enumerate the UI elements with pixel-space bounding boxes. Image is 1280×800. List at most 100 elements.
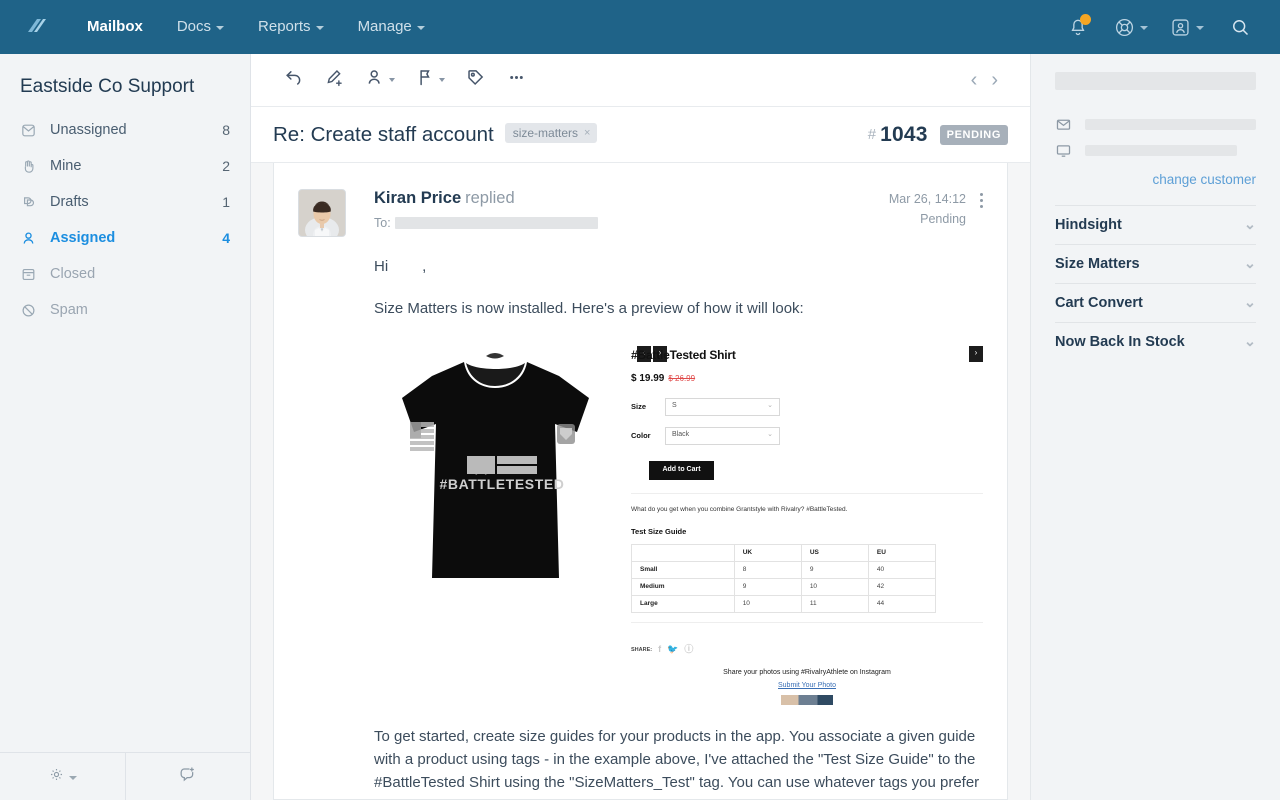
chevron-down-icon: ⌄ bbox=[767, 431, 773, 439]
search-icon[interactable] bbox=[1226, 13, 1254, 41]
new-conversation-button[interactable] bbox=[124, 753, 251, 800]
sidebar-item-closed[interactable]: Closed bbox=[0, 256, 250, 292]
eu-col-header: EU bbox=[867, 544, 937, 563]
redacted-email bbox=[1085, 119, 1256, 130]
chevron-down-icon bbox=[315, 26, 324, 30]
sidebar-item-unassigned[interactable]: Unassigned 8 bbox=[0, 112, 250, 148]
customer-sidebar: change customer Hindsight ⌄ Size Matters… bbox=[1031, 54, 1280, 800]
message-status: Pending bbox=[920, 212, 966, 226]
tag-button[interactable] bbox=[455, 61, 496, 99]
folder-count: 4 bbox=[222, 230, 230, 246]
sidebar-section-size-matters[interactable]: Size Matters ⌄ bbox=[1055, 244, 1256, 283]
size-select[interactable]: S ⌄ bbox=[665, 397, 780, 416]
folder-count: 8 bbox=[222, 122, 230, 138]
chevron-down-icon bbox=[389, 78, 395, 82]
instagram-text: Share your photos using #RivalryAthlete … bbox=[723, 669, 891, 677]
price-original: $ 26.99 bbox=[668, 374, 696, 384]
pinterest-icon[interactable]: ⓘ bbox=[684, 643, 693, 657]
assign-button[interactable] bbox=[355, 61, 405, 99]
message-date: Mar 26, 14:12 bbox=[888, 192, 966, 206]
status-button[interactable] bbox=[405, 61, 455, 99]
size-col-header bbox=[631, 544, 735, 563]
chevron-down-icon: ⌄ bbox=[1243, 295, 1256, 311]
preview-expand-button[interactable]: › bbox=[969, 345, 983, 362]
message-time: Mar 26, 14:12 Pending bbox=[889, 189, 966, 229]
pencil-plus-icon bbox=[324, 67, 345, 93]
folder-count: 2 bbox=[222, 158, 230, 174]
intro-paragraph: Size Matters is now installed. Here's a … bbox=[374, 300, 804, 318]
drafts-icon bbox=[20, 194, 42, 211]
nav-item-label: Docs bbox=[176, 18, 212, 35]
divider bbox=[631, 492, 983, 494]
tag-icon bbox=[465, 67, 486, 93]
notification-badge bbox=[1080, 14, 1091, 25]
message-card: Kiran Price replied To: Mar 26, 14:12 Pen… bbox=[273, 163, 1008, 800]
chevron-down-icon bbox=[1140, 26, 1148, 30]
change-customer-link[interactable]: change customer bbox=[1152, 172, 1256, 187]
section-label: Now Back In Stock bbox=[1055, 334, 1185, 350]
table-row: Large 10 11 44 bbox=[631, 595, 937, 614]
message-meta: Kiran Price replied To: bbox=[346, 189, 873, 237]
nav-item-manage[interactable]: Manage bbox=[341, 0, 442, 54]
size-name: Large bbox=[631, 595, 735, 614]
next-conversation-button[interactable]: › bbox=[991, 70, 998, 90]
product-option-size: Size S ⌄ bbox=[631, 397, 983, 416]
ellipsis-icon bbox=[506, 67, 527, 93]
twitter-icon[interactable]: 🐦 bbox=[667, 643, 678, 657]
account-avatar-icon[interactable] bbox=[1170, 17, 1204, 38]
facebook-icon[interactable]: f bbox=[658, 643, 661, 657]
folder-count: 1 bbox=[222, 194, 230, 210]
add-to-cart-button[interactable]: Add to Cart bbox=[649, 460, 714, 480]
sender-line: Kiran Price replied bbox=[374, 189, 873, 208]
option-label: Color bbox=[631, 430, 651, 440]
share-label: SHARE: bbox=[631, 646, 653, 653]
chevron-down-icon bbox=[416, 26, 425, 30]
add-note-button[interactable] bbox=[314, 61, 355, 99]
subject-bar: Re: Create staff account size-matters × … bbox=[251, 107, 1030, 163]
sidebar-section-now-back-in-stock[interactable]: Now Back In Stock ⌄ bbox=[1055, 322, 1256, 361]
section-label: Cart Convert bbox=[1055, 295, 1143, 311]
divider bbox=[631, 622, 983, 624]
previous-conversation-button[interactable]: ‹ bbox=[971, 70, 978, 90]
shirt-image: #BATTLETESTED bbox=[374, 340, 619, 603]
ticket-number: 1043 bbox=[880, 122, 928, 146]
new-conversation-icon bbox=[178, 765, 197, 789]
nav-item-reports[interactable]: Reports bbox=[241, 0, 341, 54]
redacted-recipient bbox=[394, 217, 598, 229]
uk-col-header: UK bbox=[733, 544, 802, 563]
settings-gear-button[interactable] bbox=[0, 753, 125, 800]
option-label: Size bbox=[631, 401, 647, 411]
user-photo-thumbnail bbox=[781, 694, 833, 705]
mailbox-title: Eastside Co Support bbox=[20, 76, 195, 97]
size-name: Small bbox=[631, 561, 735, 580]
notifications-bell-icon[interactable] bbox=[1064, 13, 1092, 41]
message-more-menu-icon[interactable] bbox=[980, 189, 983, 208]
size-value: S bbox=[672, 402, 677, 410]
nav-item-mailbox[interactable]: Mailbox bbox=[70, 0, 160, 54]
help-lifesaver-icon[interactable] bbox=[1114, 17, 1148, 38]
sidebar-item-spam[interactable]: Spam bbox=[0, 292, 250, 328]
sidebar-item-drafts[interactable]: Drafts 1 bbox=[0, 184, 250, 220]
remove-tag-icon[interactable]: × bbox=[584, 127, 590, 139]
sidebar-item-assigned[interactable]: Assigned 4 bbox=[0, 220, 250, 256]
nav-item-docs[interactable]: Docs bbox=[160, 0, 241, 54]
conversation-tag[interactable]: size-matters × bbox=[504, 122, 598, 143]
color-select[interactable]: Black ⌄ bbox=[665, 426, 780, 445]
thread-scroll-area[interactable]: Kiran Price replied To: Mar 26, 14:12 Pen… bbox=[251, 163, 1030, 800]
sidebar-section-cart-convert[interactable]: Cart Convert ⌄ bbox=[1055, 283, 1256, 322]
sender-name: Kiran Price bbox=[374, 189, 462, 207]
submit-photo-link[interactable]: Submit Your Photo bbox=[631, 681, 983, 692]
chevron-down-icon bbox=[439, 78, 445, 82]
conversation-pagination: ‹ › bbox=[971, 70, 1008, 90]
section-label: Size Matters bbox=[1055, 256, 1140, 272]
ticket-meta: # 1043 PENDING bbox=[868, 123, 1008, 147]
customer-device-row bbox=[1055, 142, 1256, 159]
sidebar-item-mine[interactable]: Mine 2 bbox=[0, 148, 250, 184]
hand-icon bbox=[20, 158, 42, 175]
sidebar-section-hindsight[interactable]: Hindsight ⌄ bbox=[1055, 205, 1256, 244]
nav-item-label: Manage bbox=[357, 18, 412, 35]
size-name: Medium bbox=[631, 578, 735, 597]
more-actions-button[interactable] bbox=[496, 61, 537, 99]
helpscout-logo-icon[interactable] bbox=[18, 11, 50, 43]
reply-button[interactable] bbox=[273, 61, 314, 99]
